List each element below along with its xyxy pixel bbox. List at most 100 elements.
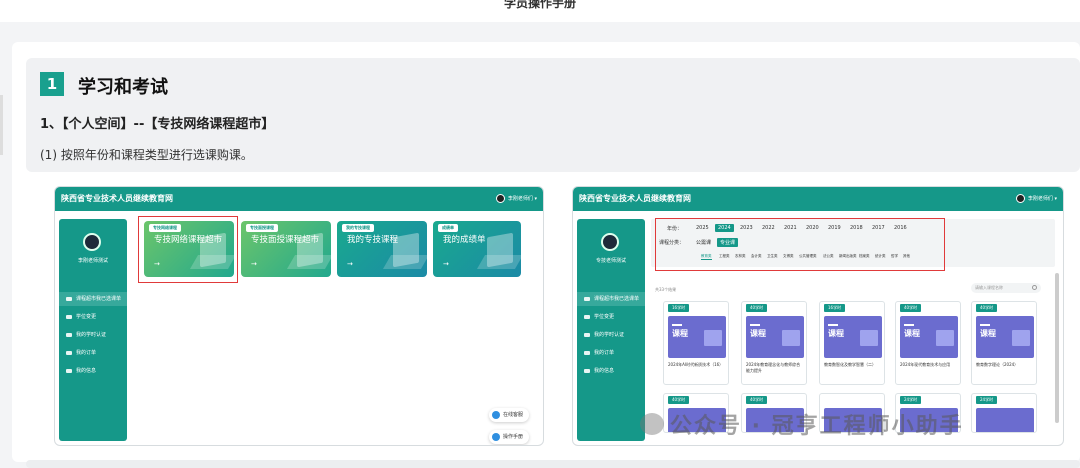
search-icon [1032, 285, 1037, 290]
sidebar-item-label: 我的订单 [594, 350, 615, 356]
search-placeholder: 请输入课程名称 [975, 285, 1003, 290]
thumb-block [860, 330, 878, 346]
sidebar-item-degree-change[interactable]: 学位变更 [59, 310, 127, 324]
sidebar: 李刚老师测试 课程超市我已选课单 学位变更 我的学时认证 我的订单 我的信息 [59, 219, 127, 441]
screenshot-personal-space: 陕西省专业技术人员继续教育网 李刚老师们 ▾ 李刚老师测试 课程超市我已选课单 … [54, 186, 544, 446]
thumb-bar [980, 324, 990, 326]
user-menu[interactable]: 李刚老师们 ▾ [495, 194, 537, 203]
course-name: 教育数智化及教学智慧（二） [824, 362, 876, 367]
search-input[interactable]: 请输入课程名称 [971, 283, 1041, 293]
menu-icon [584, 369, 590, 373]
user-avatar-icon [1015, 194, 1025, 203]
thumb-block [1012, 330, 1030, 346]
sidebar-item-label: 我的信息 [76, 368, 97, 374]
sidebar-item-label: 学位变更 [594, 314, 615, 320]
arrow-right-icon: → [347, 260, 353, 268]
highlight-box [138, 216, 238, 283]
course-card[interactable]: 16学时 课程 教育数智化及教学智慧（二） [819, 301, 885, 385]
sidebar-item-degree-change[interactable]: 学位变更 [577, 310, 645, 324]
menu-icon [584, 351, 590, 355]
card-my-courses[interactable]: 我的专技课程 我的专技课程 → [337, 221, 427, 277]
sidebar-item-label: 我的学时认证 [76, 332, 107, 338]
doc-title: 学员操作手册 [503, 0, 576, 10]
course-card[interactable]: 40学时 课程 2024年现代教育技术与应用 [895, 301, 961, 385]
scrollbar[interactable] [1055, 273, 1059, 423]
avatar [83, 233, 101, 251]
thumb-text: 课程 [750, 329, 766, 338]
sidebar-item-orders[interactable]: 我的订单 [577, 346, 645, 360]
course-thumbnail: 课程 [976, 316, 1034, 358]
user-avatar-icon [495, 194, 505, 203]
menu-icon [66, 297, 72, 301]
thumb-bar [672, 324, 682, 326]
site-title: 陕西省专业技术人员继续教育网 [61, 194, 173, 203]
hours-badge: 40学时 [746, 396, 768, 404]
course-name: 2024年现代教育技术与应用 [900, 362, 951, 367]
site-header: 陕西省专业技术人员继续教育网 [55, 187, 543, 211]
menu-icon [66, 315, 72, 319]
screenshot-course-market: 陕西省专业技术人员继续教育网 李刚老师们 ▾ 专技老师测试 课程超市我已选课单 … [572, 186, 1064, 446]
sidebar-item-label: 学位变更 [76, 314, 97, 320]
wechat-icon [640, 413, 664, 435]
sidebar-item-label: 我的订单 [76, 350, 97, 356]
hours-badge: 40学时 [746, 304, 768, 312]
card-my-transcript[interactable]: 成绩单 我的成绩单 → [433, 221, 521, 277]
hours-badge: 24学时 [976, 396, 998, 404]
course-card[interactable]: 24学时 [971, 393, 1037, 433]
course-thumbnail: 课程 [668, 316, 726, 358]
arrow-right-icon: → [251, 260, 257, 268]
thumb-text: 课程 [672, 329, 688, 338]
sidebar-item-label: 我的信息 [594, 368, 615, 374]
thumb-text: 课程 [828, 329, 844, 338]
user-menu-label: 李刚老师们 ▾ [1027, 196, 1057, 202]
card-illustration-base [476, 255, 521, 269]
card-face-course-market[interactable]: 专技面授课程 专技面授课程超市 → [241, 221, 331, 277]
watermark: 公众号 · 冠亨工程师小助手 [640, 408, 964, 440]
hours-badge: 24学时 [900, 396, 922, 404]
hours-badge: 40学时 [668, 396, 690, 404]
sidebar-item-info[interactable]: 我的信息 [59, 364, 127, 378]
section-number: 1 [40, 72, 64, 96]
card-illustration-base [286, 255, 331, 269]
thumb-text: 课程 [904, 329, 920, 338]
thumb-bar [828, 324, 838, 326]
course-card[interactable]: 40学时 课程 教育数字理论（2024） [971, 301, 1037, 385]
next-section-panel [26, 460, 1080, 468]
card-tag: 成绩单 [438, 224, 458, 232]
highlight-box [655, 218, 945, 271]
menu-icon [66, 351, 72, 355]
course-thumbnail: 课程 [824, 316, 882, 358]
sidebar-item-info[interactable]: 我的信息 [577, 364, 645, 378]
site-title: 陕西省专业技术人员继续教育网 [579, 194, 691, 203]
thumb-block [704, 330, 722, 346]
user-menu[interactable]: 李刚老师们 ▾ [1015, 194, 1057, 203]
course-card[interactable]: 16学时 课程 2024年AI时代新质技术（16） [663, 301, 729, 385]
card-tag: 专技面授课程 [246, 224, 278, 232]
card-illustration-base [382, 255, 427, 269]
manual-button[interactable]: 操作手册 [489, 430, 530, 444]
left-edge-handle[interactable] [0, 95, 3, 155]
hours-badge: 40学时 [900, 304, 922, 312]
arrow-right-icon: → [443, 260, 449, 268]
headset-icon [492, 411, 500, 419]
sidebar-item-label: 我的学时认证 [594, 332, 625, 338]
sidebar: 专技老师测试 课程超市我已选课单 学位变更 我的学时认证 我的订单 我的信息 [577, 219, 645, 441]
help-icon [492, 433, 500, 441]
thumb-bar [904, 324, 914, 326]
online-service-button[interactable]: 在线客服 [489, 408, 530, 422]
sidebar-username: 专技老师测试 [595, 258, 626, 264]
sidebar-item-course-market[interactable]: 课程超市我已选课单 [59, 292, 127, 306]
result-count: 共33个结果 [655, 287, 677, 292]
course-name: 2024年AI时代新质技术（16） [668, 362, 724, 367]
course-thumbnail [976, 408, 1034, 432]
sidebar-item-course-market[interactable]: 课程超市我已选课单 [577, 292, 645, 306]
card-tag: 我的专技课程 [342, 224, 374, 232]
menu-icon [66, 333, 72, 337]
course-name: 2024年教育理念化与教师综合能力提升 [746, 362, 801, 373]
sidebar-item-orders[interactable]: 我的订单 [59, 346, 127, 360]
hours-badge: 40学时 [976, 304, 998, 312]
manual-label: 操作手册 [503, 434, 524, 440]
sidebar-item-credit-cert[interactable]: 我的学时认证 [577, 328, 645, 342]
sidebar-item-credit-cert[interactable]: 我的学时认证 [59, 328, 127, 342]
course-card[interactable]: 40学时 课程 2024年教育理念化与教师综合能力提升 [741, 301, 807, 385]
